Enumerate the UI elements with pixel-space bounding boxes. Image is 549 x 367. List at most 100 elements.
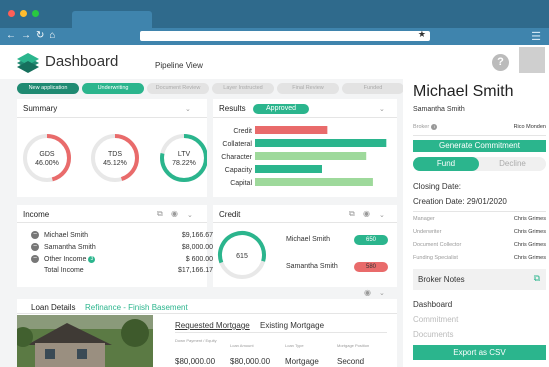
app-root: Dashboard Pipeline View New application U… (0, 45, 549, 367)
bar-label: Collateral (222, 141, 252, 148)
browser-tab[interactable] (72, 11, 152, 28)
income-row: − Michael Smith $9,166.67 (31, 231, 213, 239)
count-badge[interactable]: 3 (88, 255, 96, 263)
credit-score-value: 615 (236, 253, 248, 260)
total-income-label: Total Income (44, 267, 84, 274)
role-row: Funding Specialist Chris Grimes (413, 255, 546, 261)
divider (175, 332, 387, 333)
summary-card: Summary ⌄ GDS 46.00% TDS 45.12% LTV 78.22% (17, 99, 207, 197)
field-value: Second (337, 357, 365, 366)
stage-underwriting[interactable]: Underwriting (82, 83, 144, 94)
income-name: Other Income (44, 255, 87, 263)
info-icon[interactable]: i (431, 124, 438, 130)
pipeline-view-label: Pipeline View (155, 61, 203, 70)
chevron-down-icon[interactable]: ⌄ (187, 211, 193, 219)
income-name: Samantha Smith (44, 243, 96, 251)
app-header: Dashboard Pipeline View (0, 45, 403, 79)
tab-existing-mortgage[interactable]: Existing Mortgage (260, 321, 324, 330)
credit-card: Credit ⧉ ◉ ⌄ 615 Michael Smith 650 Saman… (213, 205, 397, 287)
total-income-row: Total Income $17,166.17 (44, 267, 213, 274)
broker-value: Rico Monden (513, 124, 546, 130)
tab-requested-mortgage[interactable]: Requested Mortgage (175, 321, 250, 330)
credit-score-badge: 580 (354, 262, 388, 272)
generate-commitment-button[interactable]: Generate Commitment (413, 140, 546, 152)
broker-notes-panel[interactable]: Broker Notes ⧉ (413, 269, 546, 290)
property-photo (17, 315, 153, 367)
pipeline-stages: New application Underwriting Document Revi… (17, 83, 404, 94)
eye-icon[interactable]: ◉ (363, 209, 370, 218)
results-bar-chart: Credit Collateral Character Capacity Capital (221, 126, 387, 187)
address-bar[interactable]: ★ (140, 29, 430, 41)
back-arrow-icon[interactable]: ← (6, 30, 16, 41)
external-link-icon[interactable]: ⧉ (157, 209, 163, 219)
borrower-name: Samantha Smith (286, 263, 338, 270)
external-link-icon[interactable]: ⧉ (349, 209, 355, 219)
gauge-label: GDS (39, 151, 55, 158)
gauge-label: LTV (178, 151, 191, 158)
bar-character (255, 152, 367, 160)
chevron-down-icon[interactable]: ⌄ (185, 105, 191, 113)
stage-new-application[interactable]: New application (17, 83, 79, 94)
co-borrower-name: Samantha Smith (413, 106, 465, 113)
remove-icon[interactable]: − (31, 255, 39, 263)
bar-label: Character (221, 154, 252, 161)
role-row: Underwriter Chris Grimes (413, 229, 546, 235)
bookmark-star-icon[interactable]: ★ (418, 29, 426, 40)
field-label: Mortgage Position (337, 343, 370, 348)
field-label: Loan Type (285, 343, 304, 348)
export-csv-button[interactable]: Export as CSV (413, 345, 546, 360)
bar-label: Capital (230, 180, 252, 187)
bar-credit (255, 126, 328, 134)
borrower-sidebar: ? Michael Smith Samantha Smith Broker i … (403, 45, 549, 367)
home-icon[interactable]: ⌂ (49, 30, 55, 41)
maximize-window-dot[interactable] (32, 10, 39, 17)
stage-final-review[interactable]: Final Review (277, 83, 339, 94)
field-value: $80,000.00 (230, 357, 271, 366)
help-icon[interactable]: ? (492, 54, 509, 71)
decline-button[interactable]: Decline (479, 157, 546, 171)
remove-icon[interactable]: − (31, 231, 39, 239)
summary-title: Summary (23, 104, 58, 113)
app-logo-icon (17, 53, 39, 73)
eye-icon[interactable]: ◉ (171, 209, 178, 218)
broker-notes-label: Broker Notes (418, 275, 465, 284)
field-label: Down Payment / Equity (175, 338, 217, 343)
divider (413, 211, 546, 212)
eye-icon[interactable]: ◉ (364, 288, 371, 297)
results-card: Results Approved ⌄ Credit Collateral Chara… (213, 99, 397, 197)
bar-capacity (255, 165, 322, 173)
browser-nav: ← → ↻ ⌂ (6, 30, 55, 41)
income-row: − Other Income 3 $ 600.00 (31, 255, 213, 263)
remove-icon[interactable]: − (31, 243, 39, 251)
chevron-down-icon[interactable]: ⌄ (379, 105, 385, 113)
minimize-window-dot[interactable] (20, 10, 27, 17)
field-value: $80,000.00 (175, 357, 216, 366)
stage-layer-instructed[interactable]: Layer Instructed (212, 83, 274, 94)
chevron-down-icon[interactable]: ⌄ (379, 211, 385, 219)
close-window-dot[interactable] (8, 10, 15, 17)
stage-document-review[interactable]: Document Review (147, 83, 209, 94)
window-controls[interactable] (8, 10, 39, 17)
forward-arrow-icon[interactable]: → (21, 30, 31, 41)
credit-score-gauge: 615 (218, 231, 266, 279)
stage-funded[interactable]: Funded (342, 83, 404, 94)
nav-dashboard[interactable]: Dashboard (413, 300, 452, 309)
income-card: Income ⧉ ◉ ⌄ − Michael Smith $9,166.67 −… (17, 205, 213, 287)
browser-menu-icon[interactable]: ☰ (531, 30, 541, 43)
chevron-down-icon[interactable]: ⌄ (379, 289, 385, 297)
closing-date: Closing Date: (413, 182, 462, 191)
gauge-value: 78.22% (172, 160, 196, 167)
role-row: Manager Chris Grimes (413, 216, 546, 222)
income-title: Income (23, 210, 50, 219)
nav-documents[interactable]: Documents (413, 330, 453, 339)
nav-commitment[interactable]: Commitment (413, 315, 458, 324)
role-row: Document Collector Chris Grimes (413, 242, 546, 248)
income-value: $9,166.67 (181, 231, 213, 239)
creation-date: Creation Date: 29/01/2020 (413, 197, 507, 206)
loan-purpose: Refinance - Finish Basement (85, 303, 188, 312)
fund-button[interactable]: Fund (413, 157, 479, 171)
external-link-icon[interactable]: ⧉ (534, 273, 540, 284)
reload-icon[interactable]: ↻ (36, 30, 44, 41)
avatar[interactable] (519, 47, 545, 73)
divider (17, 313, 397, 314)
